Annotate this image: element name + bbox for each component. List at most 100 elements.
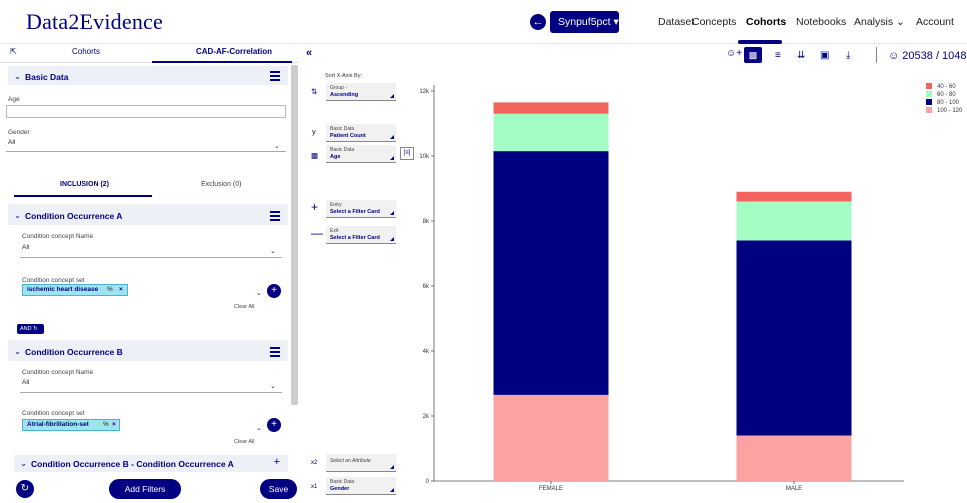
tab-cohorts[interactable]: Cohorts [72,47,100,56]
legend-swatch[interactable] [926,99,932,105]
gender-dropdown-chevron-icon[interactable]: ⌄ [274,142,280,150]
add-filters-button[interactable]: Add Filters [109,479,181,499]
bar-segment[interactable] [493,102,609,114]
close-icon[interactable]: × [119,285,123,295]
document-icon[interactable]: ▣ [820,50,829,61]
x2-value: Select an Attribute [330,458,371,464]
back-arrow-icon[interactable]: ← [530,14,546,30]
chevron-down-icon[interactable]: ⌄ [256,424,262,432]
legend-swatch[interactable] [926,107,932,113]
brand-logo[interactable]: Data2Evidence [26,9,163,35]
save-button[interactable]: Save [260,479,297,499]
nav-cohorts[interactable]: Cohorts [746,16,786,28]
dataset-name: Synpuf5pct [558,16,611,28]
bar-segment[interactable] [493,151,609,395]
tab-exclusion[interactable]: Exclusion (0) [201,181,241,188]
chevron-down-icon[interactable]: ⌄ [256,289,262,297]
y-axis-select[interactable]: Basic Data Patient Count [326,124,396,142]
nav-notebooks[interactable]: Notebooks [796,16,846,28]
y-tick-label: 10k [420,154,430,160]
basic-data-header[interactable]: ⌄ Basic Data [8,66,288,85]
x1-axis-select[interactable]: Basic Data Gender [326,477,396,495]
plus-icon: + [311,200,319,214]
condition-occurrence-b-a-header[interactable]: ⌄ Condition Occurrence B - Condition Occ… [14,455,288,472]
clear-all-link[interactable]: Clear All [234,439,254,445]
bars [493,102,852,482]
bar-segment[interactable] [493,113,609,152]
sort-value: Ascending [330,91,359,98]
close-icon[interactable]: × [112,420,116,430]
concept-set-tag[interactable]: ischemic heart disease% × [22,284,128,296]
panel-scrollbar[interactable] [291,65,298,405]
legend-label[interactable]: 100 - 120 [937,108,963,114]
chevron-down-icon[interactable]: ⌄ [270,247,276,255]
nav-account[interactable]: Account [916,16,954,28]
add-user-icon[interactable]: ☺+ [726,48,742,59]
chevron-down-icon[interactable]: ⌄ [14,210,21,221]
clear-all-link[interactable]: Clear All [234,304,254,310]
stacked-bar-chart: 0 2k 4k 6k 8k 10k 12k FEMALE MALE 40 - 60 60 - 8… [420,83,963,490]
card-b-name-value: All [22,379,30,386]
chevron-down-icon[interactable]: ⌄ [270,382,276,390]
collapse-panel-icon[interactable]: « [306,47,312,59]
stack-select[interactable]: Basic Data Age [326,145,396,163]
download-icon[interactable]: ⤓ [846,50,850,61]
legend-label[interactable]: 40 - 60 [937,84,956,90]
plus-icon[interactable]: + [274,456,280,468]
chevron-down-icon[interactable]: ⌄ [14,71,21,82]
x1-sub: Basic Data [330,479,355,485]
age-input[interactable] [6,105,286,118]
expand-icon[interactable]: ⇱ [10,47,17,56]
bar-segment[interactable] [736,240,852,436]
y-tick-label: 0 [426,479,430,485]
condition-occurrence-a-header[interactable]: ⌄ Condition Occurrence A [8,204,288,225]
dataset-selector[interactable]: Synpuf5pct ▾ [550,11,619,33]
gender-underline [6,151,286,152]
y-tick-label: 6k [423,284,430,290]
sort-select[interactable]: Group - Ascending [326,83,396,101]
card-a-name-underline [20,257,282,258]
concept-set-tag[interactable]: Atrial-fibrillation-set% × [22,419,120,431]
chevron-down-icon[interactable]: ⌄ [14,346,21,357]
top-bar: Data2Evidence ← Synpuf5pct ▾ Dataset Con… [0,0,967,44]
menu-icon[interactable] [270,347,280,359]
filter-panel: ⇱ Cohorts CAD-AF-Correlation ⌄ Basic Dat… [0,44,298,503]
add-concept-button[interactable]: + [267,418,281,432]
list-icon[interactable]: ≡ [775,50,781,61]
nav-dataset[interactable]: Dataset [658,16,694,28]
condition-occurrence-b-header[interactable]: ⌄ Condition Occurrence B [8,340,288,361]
bar-segment[interactable] [736,435,852,482]
bar-chart-icon[interactable]: ▩ [744,47,762,63]
legend-label[interactable]: 80 - 100 [937,100,960,106]
add-concept-button[interactable]: + [267,284,281,298]
nav-analysis[interactable]: Analysis ⌄ [854,16,905,28]
nav-analysis-label: Analysis [854,16,894,28]
card-b-name-underline [20,392,282,393]
percent-icon[interactable]: % [107,285,113,295]
entry-select[interactable]: Entry Select a Filter Card [326,200,396,218]
bar-segment[interactable] [736,191,852,202]
exit-select[interactable]: Exit Select a Filter Card [326,226,396,244]
reset-button[interactable]: ↻ [16,480,34,498]
stack-bar-icon: ▩ [311,151,319,160]
formula-icon[interactable]: [≡] [400,147,414,160]
x1-value: Gender [330,485,350,492]
x2-axis-select[interactable]: Select an Attribute [326,454,396,472]
legend-label[interactable]: 60 - 80 [937,92,956,98]
bar-segment[interactable] [736,201,852,241]
x-tick-label: MALE [786,486,802,490]
percent-icon[interactable]: % [103,420,109,430]
and-operator-chip[interactable]: AND ↻ [17,324,44,334]
inclusion-indicator [14,195,152,197]
chevron-down-icon[interactable]: ⌄ [20,458,27,469]
menu-icon[interactable] [270,211,280,223]
bar-segment[interactable] [493,394,609,481]
tab-inclusion[interactable]: INCLUSION (2) [60,181,109,188]
x-axis: FEMALE MALE [539,481,802,490]
legend-swatch[interactable] [926,91,932,97]
nav-concepts[interactable]: Concepts [692,16,736,28]
menu-icon[interactable] [270,71,280,83]
collapse-icon[interactable]: ⇊ [797,50,805,61]
legend-swatch[interactable] [926,83,932,89]
tab-cad-af-correlation[interactable]: CAD-AF-Correlation [196,47,272,56]
